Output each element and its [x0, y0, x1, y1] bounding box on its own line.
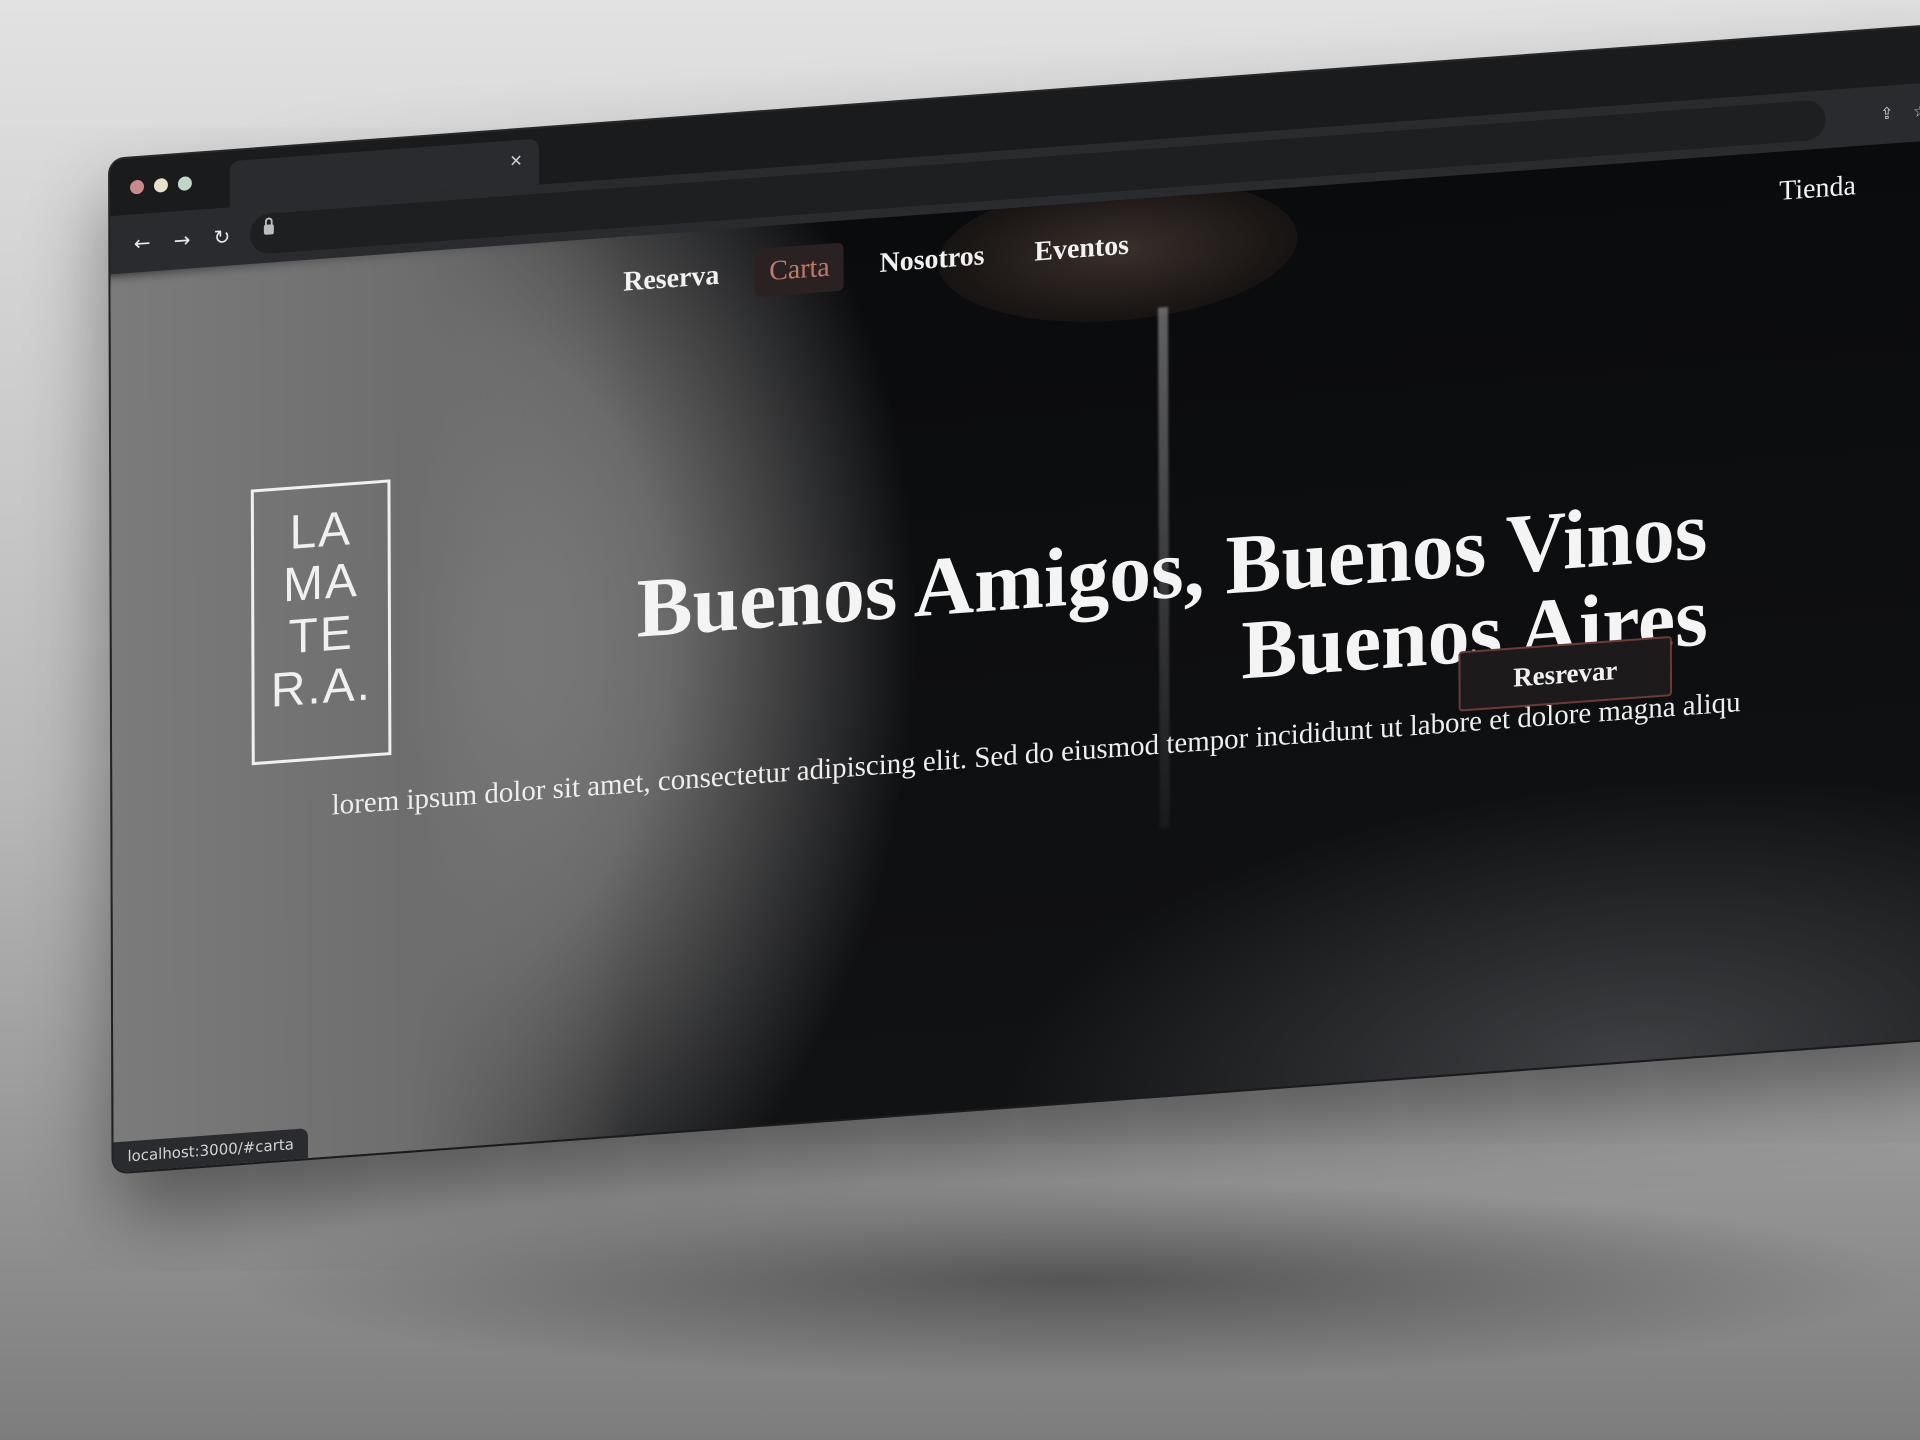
nav-link-reserva[interactable]: Reserva: [609, 251, 733, 308]
logo[interactable]: LA MA TE R.A.: [250, 479, 392, 766]
nav-link-nosotros[interactable]: Nosotros: [865, 231, 998, 289]
nav-link-carta[interactable]: Carta: [755, 242, 844, 298]
reload-icon[interactable]: ↻: [208, 222, 236, 252]
star-icon[interactable]: ☆: [1913, 99, 1920, 124]
close-icon[interactable]: ✕: [505, 149, 527, 173]
window-controls: [130, 176, 192, 195]
close-window-button[interactable]: [130, 179, 145, 195]
maximize-window-button[interactable]: [177, 176, 192, 192]
mockup-scene: ✕ ← → ↻ ⇪ ☆ ⋮ Reserva Carta Nosotros: [0, 0, 1920, 1440]
share-icon[interactable]: ⇪: [1880, 101, 1893, 126]
arrow-left-icon[interactable]: ←: [128, 228, 156, 258]
browser-window: ✕ ← → ↻ ⇪ ☆ ⋮ Reserva Carta Nosotros: [110, 20, 1920, 1173]
page-viewport: Reserva Carta Nosotros Eventos Tienda LA…: [110, 135, 1920, 1173]
minimize-window-button[interactable]: [153, 177, 168, 193]
logo-line: R.A.: [270, 657, 372, 718]
lock-icon: [263, 224, 274, 235]
shop-link[interactable]: Tienda: [1779, 170, 1856, 208]
shadow: [220, 1180, 1920, 1380]
nav-link-eventos[interactable]: Eventos: [1020, 221, 1143, 278]
arrow-right-icon[interactable]: →: [168, 225, 196, 255]
